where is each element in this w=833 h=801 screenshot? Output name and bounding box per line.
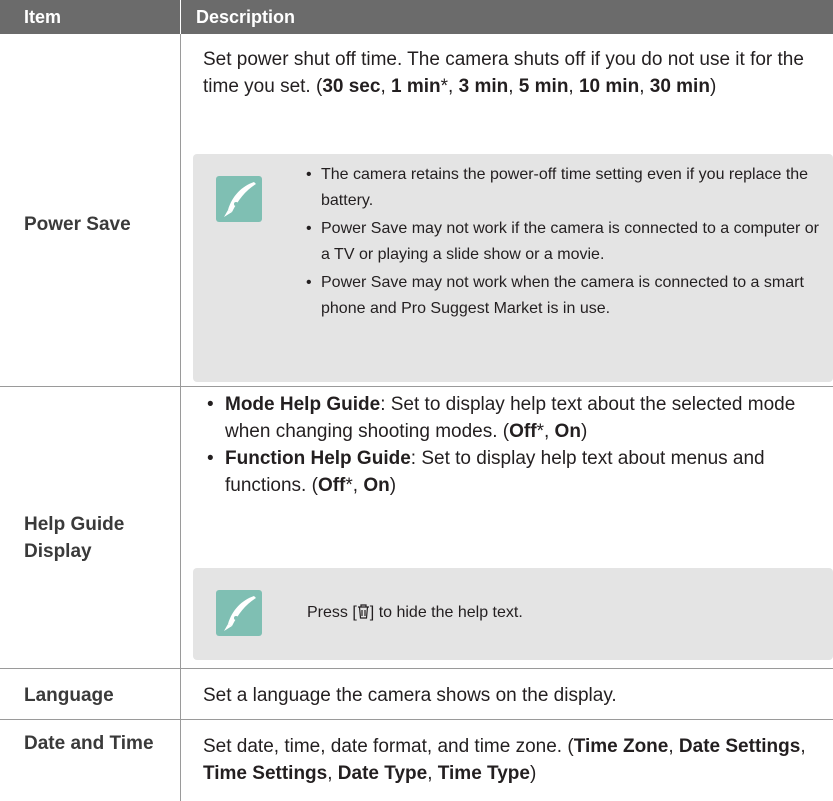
column-divider (180, 34, 181, 386)
pen-note-icon (216, 590, 262, 636)
note-list: The camera retains the power-off time se… (306, 162, 827, 324)
column-divider (180, 669, 181, 719)
desc-language: Set a language the camera shows on the d… (203, 685, 617, 706)
desc-date-time: Set date, time, date format, and time zo… (203, 736, 806, 784)
bullet-function-help: Function Help Guide: Set to display help… (203, 445, 809, 499)
header-description: Description (196, 7, 296, 27)
table-row-help-guide: Help Guide Display Mode Help Guide: Set … (0, 387, 833, 669)
note-item: Power Save may not work if the camera is… (306, 216, 827, 268)
column-divider (180, 387, 181, 668)
item-language: Language (24, 685, 114, 706)
item-date-time: Date and Time (24, 733, 154, 754)
header-divider (180, 0, 181, 34)
item-power-save: Power Save (24, 214, 131, 235)
note-item: Power Save may not work when the camera … (306, 270, 827, 322)
trash-icon (357, 604, 369, 619)
item-help-guide: Help Guide Display (24, 514, 125, 562)
note-box-power-save: The camera retains the power-off time se… (193, 154, 833, 382)
pen-note-icon (216, 176, 262, 222)
note-item: The camera retains the power-off time se… (306, 162, 827, 214)
desc-help-guide: Mode Help Guide: Set to display help tex… (203, 391, 809, 499)
note-text: Press [] to hide the help text. (307, 604, 523, 621)
table-row-date-time: Date and Time Set date, time, date forma… (0, 720, 833, 801)
column-divider (180, 720, 181, 801)
header-item: Item (24, 7, 62, 27)
table-row-power-save: Power Save Set power shut off time. The … (0, 34, 833, 387)
table-row-language: Language Set a language the camera shows… (0, 669, 833, 720)
note-box-help-guide: Press [] to hide the help text. (193, 568, 833, 660)
bullet-mode-help: Mode Help Guide: Set to display help tex… (203, 391, 809, 445)
desc-power-save: Set power shut off time. The camera shut… (203, 49, 804, 97)
table-header: Item Description (0, 0, 833, 34)
